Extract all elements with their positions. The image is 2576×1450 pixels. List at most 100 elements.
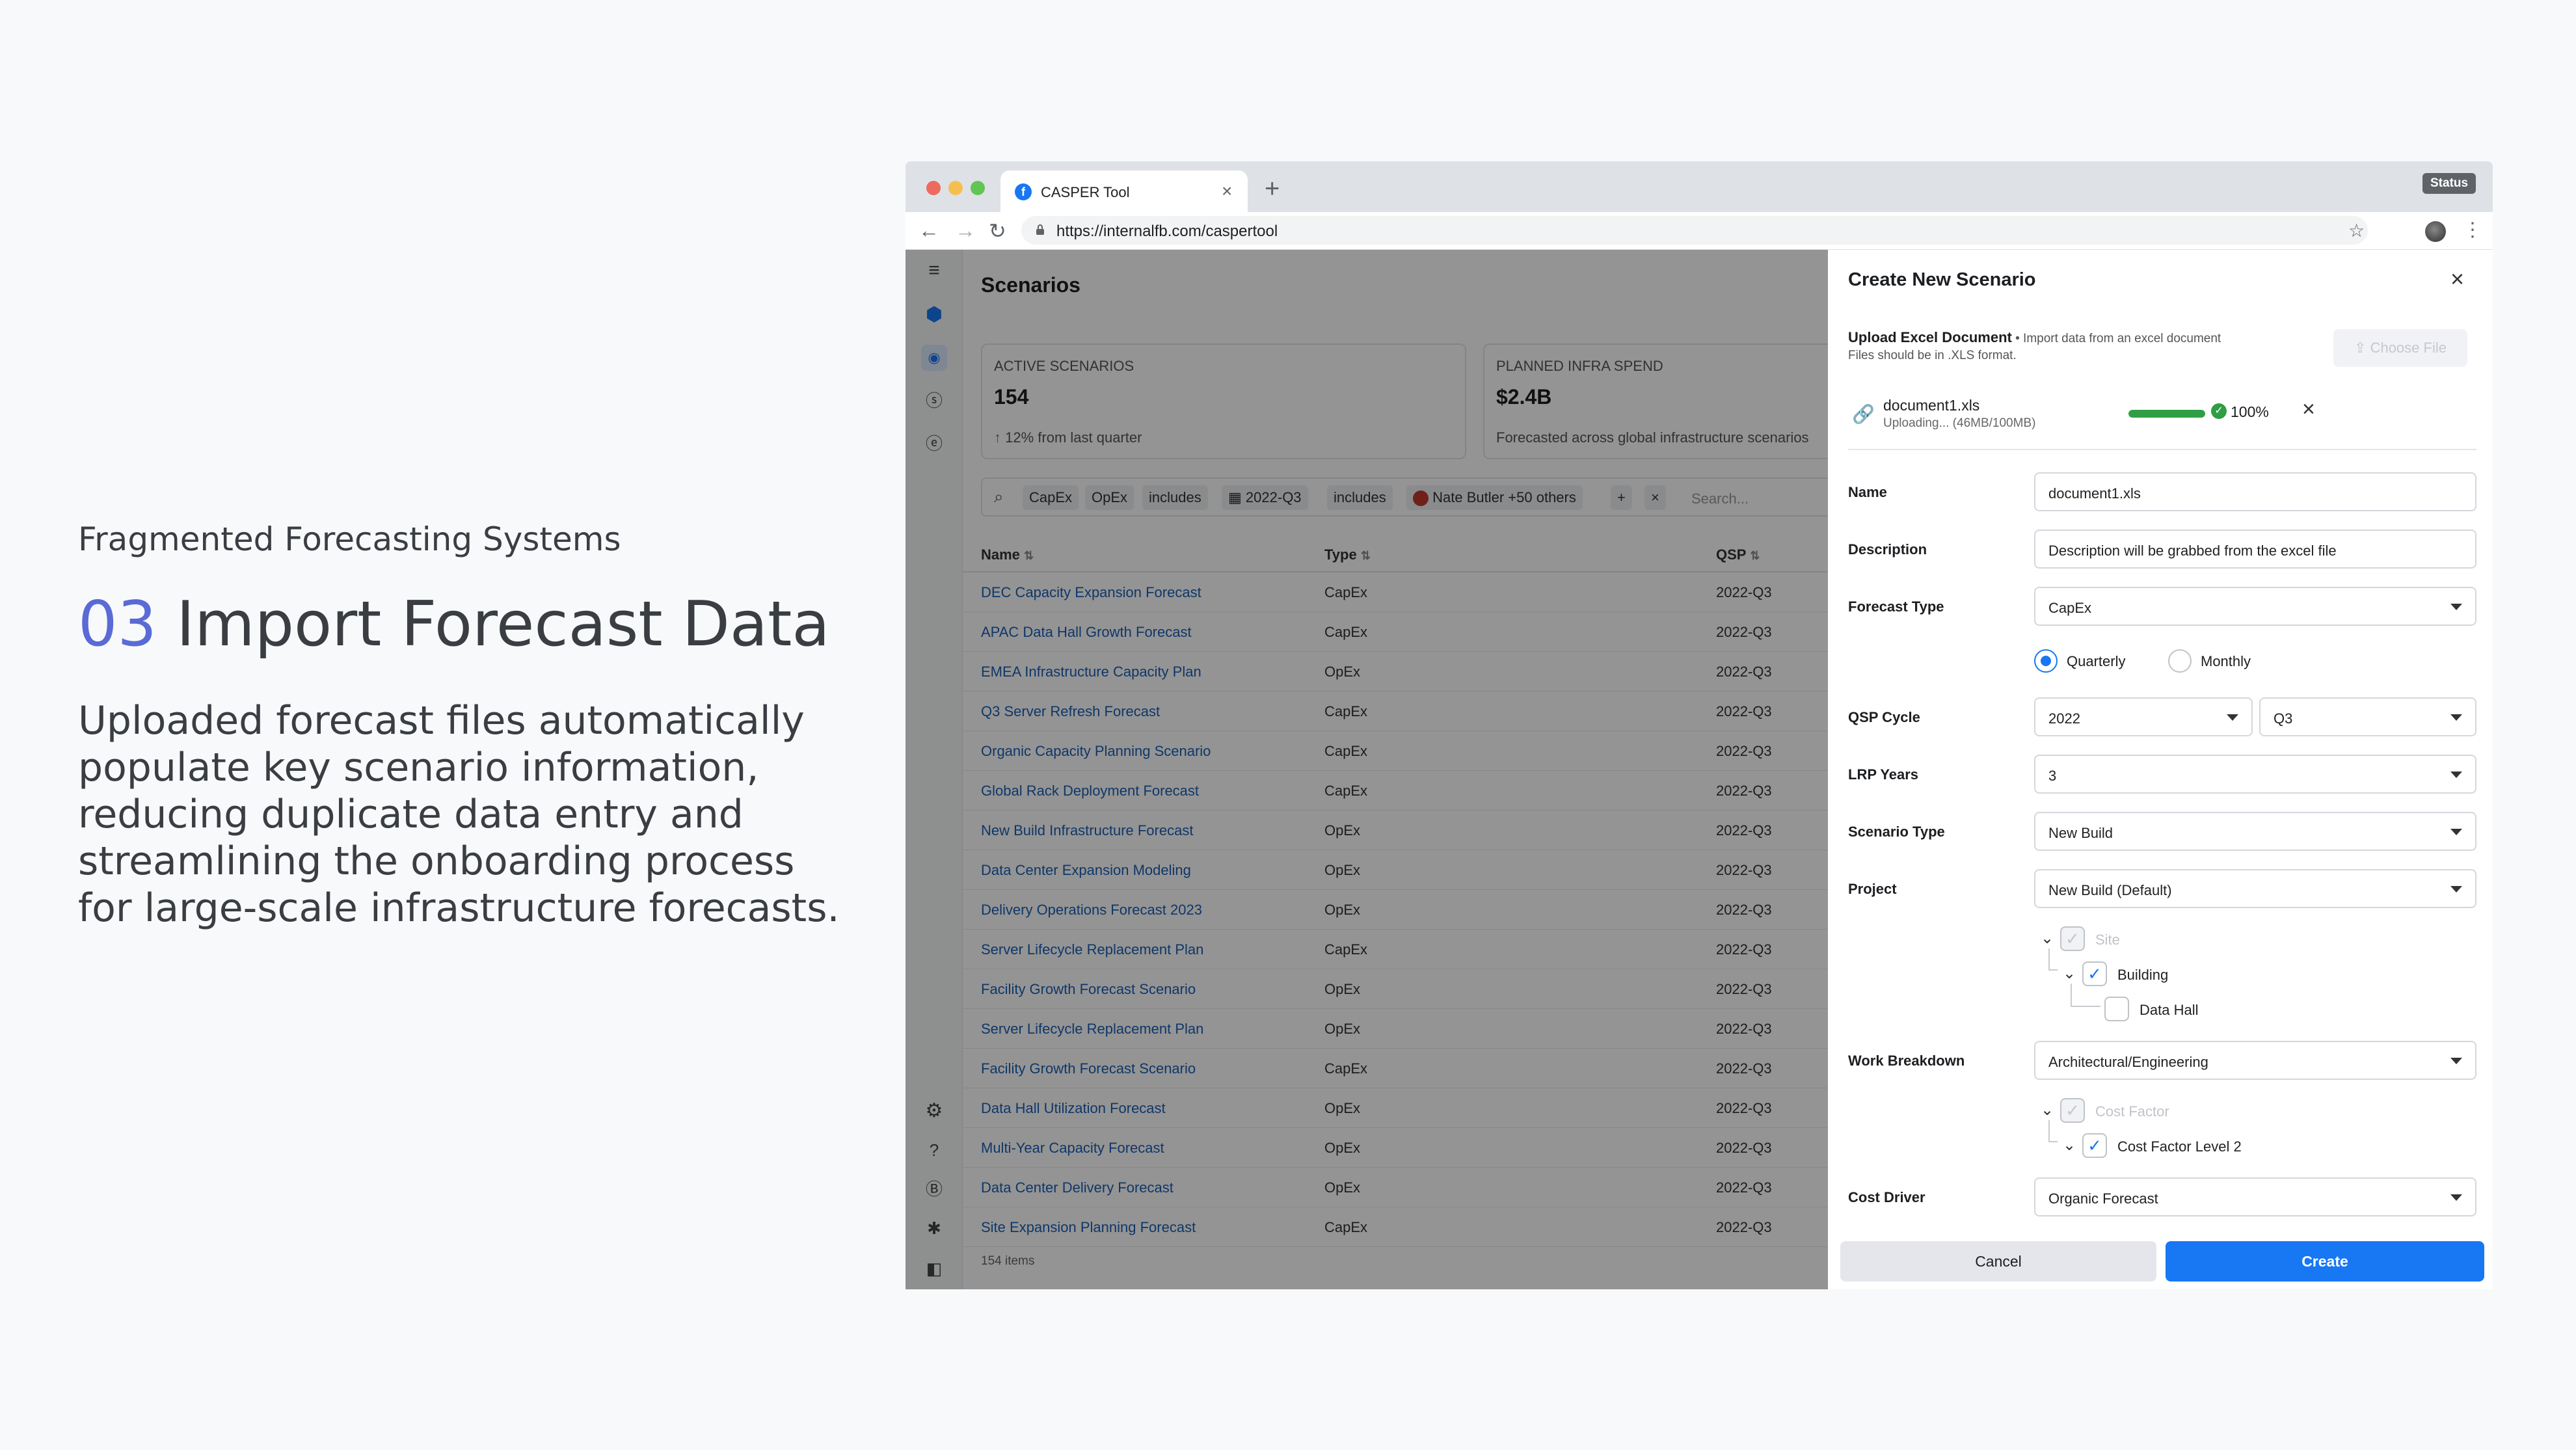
name-input[interactable]: document1.xls — [2034, 472, 2476, 511]
cancel-button[interactable]: Cancel — [1840, 1241, 2156, 1282]
lrp-years-value: 3 — [2048, 768, 2057, 784]
forecast-type-label: Forecast Type — [1848, 598, 1944, 615]
slide-title-text: Import Forecast Data — [176, 589, 830, 660]
choose-file-button[interactable]: ⇪ Choose File — [2333, 329, 2467, 367]
cost-driver-value: Organic Forecast — [2048, 1190, 2158, 1207]
qsp-year-value: 2022 — [2048, 710, 2080, 727]
slide-title: 03 Import Forecast Data — [78, 589, 830, 660]
tree-item-building: Building — [2117, 967, 2169, 983]
lrp-years-label: LRP Years — [1848, 766, 1919, 783]
caret-down-icon — [2450, 772, 2462, 778]
url-field[interactable]: https://internalfb.com/caspertool ☆ — [1021, 216, 2368, 245]
qsp-quarter-select[interactable]: Q3 — [2259, 697, 2476, 736]
caret-down-icon — [2450, 714, 2462, 721]
check-circle-icon: ✓ — [2211, 403, 2227, 419]
browser-tab[interactable]: f CASPER Tool × — [1000, 170, 1248, 212]
data-hall-checkbox[interactable] — [2104, 997, 2129, 1021]
lrp-years-select[interactable]: 3 — [2034, 755, 2476, 794]
file-name: document1.xls — [1883, 397, 1980, 414]
chevron-down-icon[interactable]: ⌄ — [2041, 929, 2054, 948]
reload-icon[interactable]: ↻ — [989, 219, 1006, 243]
slide-description: Uploaded forecast files automatically po… — [78, 698, 840, 931]
tree-item-cost-factor-level-2: Cost Factor Level 2 — [2117, 1138, 2242, 1155]
caret-down-icon — [2450, 1194, 2462, 1201]
create-button[interactable]: Create — [2166, 1241, 2484, 1282]
scenario-type-label: Scenario Type — [1848, 824, 1945, 840]
caret-down-icon — [2450, 886, 2462, 893]
tab-close-icon[interactable]: × — [1222, 181, 1232, 202]
upload-title-text: Upload Excel Document — [1848, 329, 2012, 345]
new-tab-icon[interactable]: + — [1265, 176, 1280, 202]
browser-window: f CASPER Tool × + Status ← → ↻ https://i… — [906, 161, 2493, 1289]
remove-file-icon[interactable]: × — [2302, 397, 2315, 422]
work-breakdown-label: Work Breakdown — [1848, 1053, 1965, 1069]
forward-icon[interactable]: → — [955, 219, 976, 243]
scenario-type-select[interactable]: New Build — [2034, 812, 2476, 851]
project-select[interactable]: New Build (Default) — [2034, 869, 2476, 908]
forecast-type-select[interactable]: CapEx — [2034, 587, 2476, 626]
project-value: New Build (Default) — [2048, 882, 2172, 898]
cost-driver-select[interactable]: Organic Forecast — [2034, 1177, 2476, 1216]
panel-title: Create New Scenario — [1848, 269, 2036, 290]
profile-avatar[interactable] — [2425, 221, 2446, 242]
quarterly-radio[interactable] — [2034, 649, 2058, 673]
project-label: Project — [1848, 881, 1897, 897]
cost-factor-level-2-checkbox[interactable]: ✓ — [2082, 1133, 2107, 1158]
upload-progress-bar — [2128, 410, 2205, 418]
facebook-icon: f — [1015, 183, 1032, 200]
upload-title: Upload Excel Document • Import data from… — [1848, 329, 2221, 346]
monthly-radio[interactable] — [2168, 649, 2192, 673]
upload-subtext: Files should be in .XLS format. — [1848, 349, 2017, 362]
tree-item-data-hall: Data Hall — [2140, 1002, 2199, 1018]
scenario-type-value: New Build — [2048, 825, 2113, 841]
back-icon[interactable]: ← — [919, 219, 939, 243]
close-icon[interactable]: × — [2450, 265, 2464, 293]
description-input-value: Description will be grabbed from the exc… — [2048, 543, 2337, 559]
building-checkbox[interactable]: ✓ — [2082, 961, 2107, 986]
description-input[interactable]: Description will be grabbed from the exc… — [2034, 530, 2476, 569]
chevron-down-icon[interactable]: ⌄ — [2063, 1136, 2076, 1155]
caret-down-icon — [2450, 604, 2462, 610]
tab-bar: f CASPER Tool × + Status — [906, 161, 2493, 212]
lock-icon — [1036, 224, 1044, 235]
choose-file-label: Choose File — [2370, 340, 2447, 356]
modal-overlay[interactable] — [906, 250, 1828, 1289]
tree-item-cost-factor: Cost Factor — [2095, 1103, 2169, 1120]
caret-down-icon — [2450, 1058, 2462, 1064]
qsp-year-select[interactable]: 2022 — [2034, 697, 2253, 736]
work-breakdown-value: Architectural/Engineering — [2048, 1054, 2208, 1070]
slide-subtitle: Fragmented Forecasting Systems — [78, 520, 621, 558]
create-scenario-panel: Create New Scenario × Upload Excel Docum… — [1832, 250, 2493, 1289]
cost-factor-checkbox[interactable]: ✓ — [2060, 1098, 2085, 1123]
qsp-quarter-value: Q3 — [2274, 710, 2293, 727]
chevron-down-icon[interactable]: ⌄ — [2063, 964, 2076, 983]
chevron-down-icon[interactable]: ⌄ — [2041, 1101, 2054, 1120]
name-input-value: document1.xls — [2048, 485, 2141, 502]
tree-item-site: Site — [2095, 932, 2120, 948]
tab-title: CASPER Tool — [1041, 184, 1130, 200]
divider — [1848, 449, 2476, 450]
forecast-type-value: CapEx — [2048, 600, 2092, 616]
description-label: Description — [1848, 541, 1927, 557]
work-breakdown-select[interactable]: Architectural/Engineering — [2034, 1041, 2476, 1080]
site-checkbox[interactable]: ✓ — [2060, 926, 2085, 951]
upload-hint: • Import data from an excel document — [2011, 332, 2221, 345]
browser-menu-icon[interactable]: ⋮ — [2463, 219, 2482, 241]
quarterly-label: Quarterly — [2067, 653, 2126, 669]
address-bar: ← → ↻ https://internalfb.com/caspertool … — [906, 212, 2493, 250]
upload-icon: ⇪ — [2354, 340, 2367, 356]
url-text: https://internalfb.com/caspertool — [1056, 222, 1278, 240]
minimize-window-dot[interactable] — [948, 181, 963, 195]
upload-progress-fill — [2128, 410, 2205, 418]
app-view: ≡ ⬢ ◉ ⓢ ⓔ ⚙ ? Ⓑ ✱ ◧ Scenarios Active Sce… — [906, 250, 2493, 1289]
progress-percent: 100% — [2231, 403, 2269, 420]
maximize-window-dot[interactable] — [971, 181, 985, 195]
name-label: Name — [1848, 484, 1887, 500]
status-button[interactable]: Status — [2422, 173, 2476, 194]
qsp-cycle-label: QSP Cycle — [1848, 709, 1920, 725]
tree-connector — [2048, 948, 2058, 971]
close-window-dot[interactable] — [926, 181, 941, 195]
bookmark-star-icon[interactable]: ☆ — [2348, 220, 2365, 241]
monthly-label: Monthly — [2201, 653, 2251, 669]
file-status: Uploading... (46MB/100MB) — [1883, 416, 2036, 430]
